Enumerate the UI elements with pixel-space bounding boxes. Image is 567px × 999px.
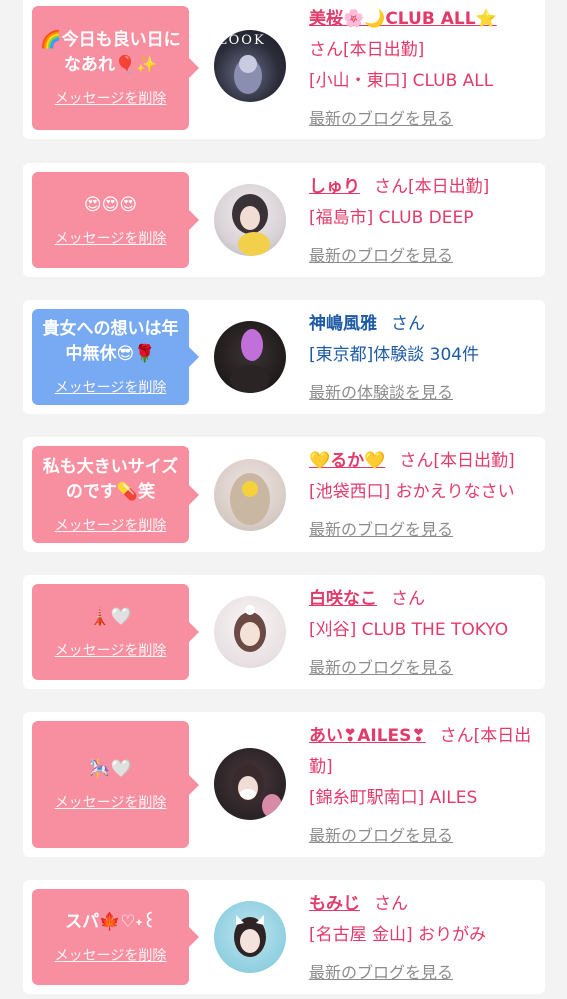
honorific: さん bbox=[374, 894, 408, 914]
latest-blog-link[interactable]: 最新のブログを見る bbox=[309, 103, 545, 134]
delete-message-link[interactable]: メッセージを削除 bbox=[55, 377, 167, 397]
shop-info: [東京都]体験談 304件 bbox=[309, 345, 480, 365]
message-text: 😍😍😍 bbox=[83, 194, 138, 215]
profile-name-link[interactable]: 💛るか💛 bbox=[309, 451, 385, 471]
latest-blog-link[interactable]: 最新のブログを見る bbox=[309, 957, 545, 988]
profile-name-link[interactable]: もみじ bbox=[309, 894, 360, 914]
list-item: 🗼🤍 メッセージを削除 白咲なこ さん [刈谷] CLUB THE TOKYO 最… bbox=[23, 575, 545, 689]
message-bubble: 貴女への想いは年中無休😎🌹 メッセージを削除 bbox=[32, 309, 199, 405]
list-item: 私も大きいサイズのです💊笑 メッセージを削除 💛るか💛 さん[本日出勤] [池袋西… bbox=[23, 437, 545, 552]
latest-blog-link[interactable]: 最新のブログを見る bbox=[309, 240, 545, 271]
honorific: さん bbox=[391, 589, 425, 609]
shop-info: [名古屋 金山] おりがみ bbox=[309, 925, 487, 945]
message-text: 🗼🤍 bbox=[89, 606, 132, 627]
delete-message-link[interactable]: メッセージを削除 bbox=[55, 792, 167, 812]
avatar-photo bbox=[230, 473, 270, 525]
avatar[interactable] bbox=[214, 321, 286, 393]
avatar-photo: LOOK bbox=[218, 33, 266, 94]
delete-message-link[interactable]: メッセージを削除 bbox=[55, 88, 167, 108]
message-text: 私も大きいサイズのです💊笑 bbox=[42, 456, 179, 502]
shop-info: [刈谷] CLUB THE TOKYO bbox=[309, 620, 509, 640]
profile-name-link[interactable]: 神嶋風雅 bbox=[309, 314, 377, 334]
avatar[interactable]: LOOK bbox=[214, 30, 286, 102]
delete-message-link[interactable]: メッセージを削除 bbox=[55, 515, 167, 535]
work-status: [本日出勤] bbox=[408, 177, 490, 197]
profile-name-link[interactable]: 白咲なこ bbox=[309, 589, 377, 609]
avatar-photo bbox=[234, 605, 266, 652]
honorific: さん bbox=[309, 40, 343, 60]
profile-name-link[interactable]: 美桜🌸🌙CLUB ALL⭐ bbox=[309, 9, 497, 29]
profile-info: 白咲なこ さん [刈谷] CLUB THE TOKYO 最新のブログを見る bbox=[309, 584, 545, 683]
svg-text:LOOK: LOOK bbox=[218, 33, 266, 48]
delete-message-link[interactable]: メッセージを削除 bbox=[55, 640, 167, 660]
latest-blog-link[interactable]: 最新のブログを見る bbox=[309, 514, 545, 545]
avatar[interactable] bbox=[214, 184, 286, 256]
avatar-photo bbox=[232, 764, 282, 818]
message-text: 貴女への想いは年中無休😎🌹 bbox=[42, 319, 179, 364]
avatar[interactable] bbox=[214, 901, 286, 973]
profile-name-link[interactable]: あい❣AILES❣ bbox=[309, 726, 426, 746]
profile-info: 💛るか💛 さん[本日出勤] [池袋西口] おかえりなさい 最新のブログを見る bbox=[309, 446, 545, 545]
message-text: 🎠🤍 bbox=[89, 759, 132, 779]
avatar[interactable] bbox=[214, 596, 286, 668]
profile-info: あい❣AILES❣ さん[本日出勤] [錦糸町駅南口] AILES 最新のブログを… bbox=[309, 721, 545, 851]
work-status: [本日出勤] bbox=[433, 451, 515, 471]
message-text: スパ🍁♡˖꒰ bbox=[65, 911, 156, 932]
honorific: さん bbox=[374, 177, 408, 197]
delete-message-link[interactable]: メッセージを削除 bbox=[55, 228, 167, 248]
avatar-photo bbox=[232, 194, 270, 256]
delete-message-link[interactable]: メッセージを削除 bbox=[55, 945, 167, 965]
list-item: 🌈今日も良い日になあれ🎈✨ メッセージを削除 LOOK 美桜🌸🌙CLUB ALL… bbox=[23, 0, 545, 139]
avatar[interactable] bbox=[214, 459, 286, 531]
message-list: 🌈今日も良い日になあれ🎈✨ メッセージを削除 LOOK 美桜🌸🌙CLUB ALL… bbox=[0, 0, 567, 999]
honorific: さん bbox=[391, 314, 425, 334]
list-item: 😍😍😍 メッセージを削除 しゅり さん[本日出勤] [福島市] CLUB DEEP… bbox=[23, 163, 545, 277]
message-text: 🌈今日も良い日になあれ🎈✨ bbox=[40, 30, 181, 75]
message-bubble: 🎠🤍 メッセージを削除 bbox=[32, 721, 199, 848]
list-item: 🎠🤍 メッセージを削除 あい❣AILES❣ さん[本日出勤] [錦糸町駅南口] A… bbox=[23, 712, 545, 857]
profile-name-link[interactable]: しゅり bbox=[309, 177, 360, 197]
message-bubble: スパ🍁♡˖꒰ メッセージを削除 bbox=[32, 889, 199, 985]
shop-info: [小山・東口] CLUB ALL bbox=[309, 71, 494, 91]
avatar-photo bbox=[234, 915, 266, 957]
shop-info: [福島市] CLUB DEEP bbox=[309, 208, 474, 228]
latest-review-link[interactable]: 最新の体験談を見る bbox=[309, 377, 545, 408]
work-status: [本日出勤] bbox=[343, 40, 425, 60]
message-bubble: 🗼🤍 メッセージを削除 bbox=[32, 584, 199, 680]
profile-info: もみじ さん [名古屋 金山] おりがみ 最新のブログを見る bbox=[309, 889, 545, 988]
profile-info: しゅり さん[本日出勤] [福島市] CLUB DEEP 最新のブログを見る bbox=[309, 172, 545, 271]
list-item: 貴女への想いは年中無休😎🌹 メッセージを削除 神嶋風雅 さん [東京都]体験談 3… bbox=[23, 300, 545, 414]
shop-info: [錦糸町駅南口] AILES bbox=[309, 788, 478, 808]
latest-blog-link[interactable]: 最新のブログを見る bbox=[309, 652, 545, 683]
honorific: さん bbox=[399, 451, 434, 471]
honorific: さん bbox=[439, 726, 474, 746]
avatar[interactable] bbox=[214, 748, 286, 820]
message-bubble: 😍😍😍 メッセージを削除 bbox=[32, 172, 199, 268]
list-item: スパ🍁♡˖꒰ メッセージを削除 もみじ さん [名古屋 金山] おりがみ 最新のブ… bbox=[23, 880, 545, 994]
avatar-photo bbox=[230, 329, 270, 393]
latest-blog-link[interactable]: 最新のブログを見る bbox=[309, 820, 545, 851]
profile-info: 神嶋風雅 さん [東京都]体験談 304件 最新の体験談を見る bbox=[309, 309, 545, 408]
shop-info: [池袋西口] おかえりなさい bbox=[309, 482, 515, 502]
profile-info: 美桜🌸🌙CLUB ALL⭐ さん[本日出勤] [小山・東口] CLUB ALL … bbox=[309, 4, 545, 134]
message-bubble: 🌈今日も良い日になあれ🎈✨ メッセージを削除 bbox=[32, 6, 199, 130]
message-bubble: 私も大きいサイズのです💊笑 メッセージを削除 bbox=[32, 446, 199, 543]
